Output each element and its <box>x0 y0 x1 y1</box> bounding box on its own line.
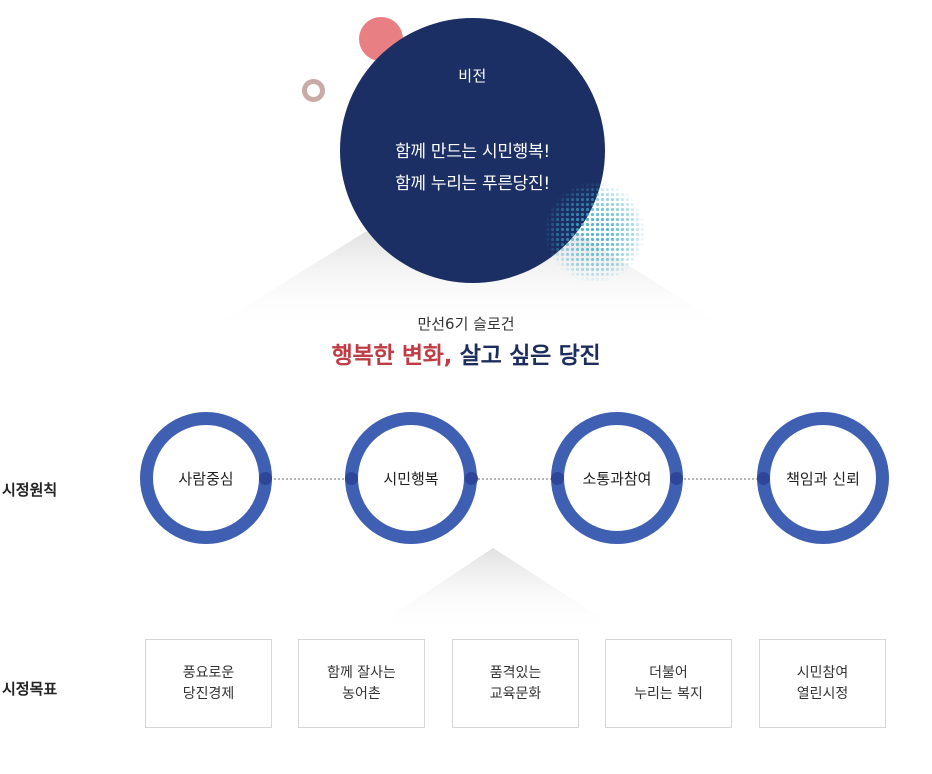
principle-connector <box>676 478 762 480</box>
principle-label: 책임과 신뢰 <box>786 469 860 488</box>
connector-dot <box>345 472 358 485</box>
slogan-highlight: 행복한 변화, <box>331 343 453 369</box>
goal-line-1: 더불어 <box>649 664 688 681</box>
goal-card: 더불어 누리는 복지 <box>605 639 732 728</box>
goal-line-2: 열린시정 <box>796 685 849 702</box>
connector-dot <box>757 472 770 485</box>
goal-line-1: 시민참여 <box>796 664 849 681</box>
goal-line-1: 품격있는 <box>489 664 542 681</box>
connector-dot <box>551 472 564 485</box>
decorative-ring <box>302 79 325 102</box>
principle-connector <box>470 478 556 480</box>
vision-label: 비전 <box>458 67 487 85</box>
connector-dot <box>670 472 683 485</box>
goals-label: 시정목표 <box>2 680 58 698</box>
slogan-title: 행복한 변화, 살고 싶은 당진 <box>0 336 932 370</box>
vision-statement-line-1: 함께 만드는 시민행복! <box>395 142 550 162</box>
principle-label: 소통과참여 <box>582 469 652 488</box>
slogan-rest: 살고 싶은 당진 <box>459 343 601 369</box>
goal-line-2: 누리는 복지 <box>634 685 703 702</box>
connector-dot <box>465 472 478 485</box>
goal-line-1: 풍요로운 <box>182 664 235 681</box>
principles-label: 시정원칙 <box>2 481 58 499</box>
principle-label: 사람중심 <box>178 469 234 488</box>
goal-line-2: 교육문화 <box>489 685 542 702</box>
goal-card: 풍요로운 당진경제 <box>145 639 272 728</box>
principle-people-centered: 사람중심 <box>140 412 272 544</box>
goal-card: 함께 잘사는 농어촌 <box>298 639 425 728</box>
goal-line-2: 당진경제 <box>182 685 235 702</box>
decorative-halftone-dots <box>545 182 645 282</box>
principle-responsibility-trust: 책임과 신뢰 <box>757 412 889 544</box>
goal-card: 품격있는 교육문화 <box>452 639 579 728</box>
goal-card: 시민참여 열린시정 <box>759 639 886 728</box>
principle-communication-participation: 소통과참여 <box>551 412 683 544</box>
goal-line-1: 함께 잘사는 <box>327 664 396 681</box>
connector-dot <box>259 472 272 485</box>
principles-spotlight-shadow <box>365 548 625 633</box>
principle-label: 시민행복 <box>383 469 439 488</box>
slogan-subtitle: 만선6기 슬로건 <box>417 315 515 333</box>
goal-line-2: 농어촌 <box>342 685 381 702</box>
principle-citizen-happiness: 시민행복 <box>345 412 477 544</box>
principle-connector <box>266 478 352 480</box>
